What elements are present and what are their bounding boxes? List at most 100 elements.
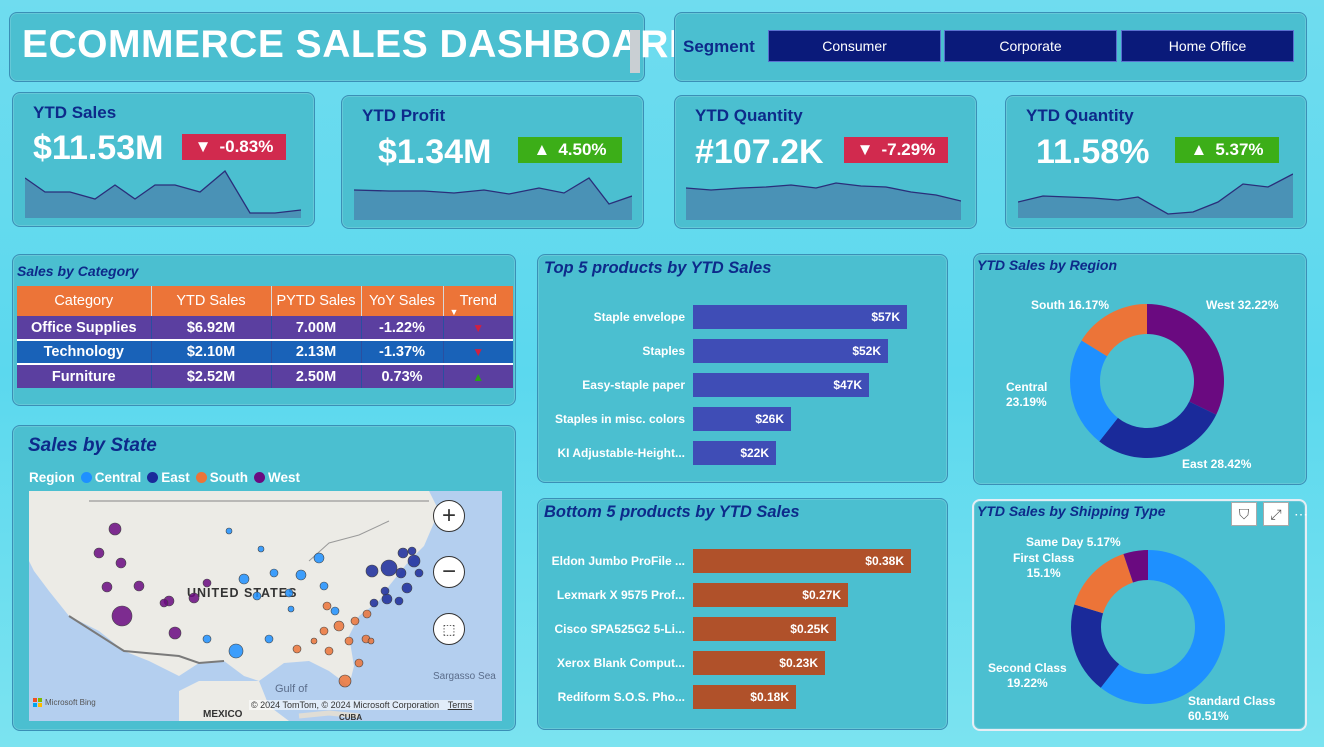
map-bubble-south[interactable] bbox=[333, 620, 345, 632]
segment-slicer: Segment Consumer Corporate Home Office bbox=[674, 12, 1307, 82]
map-bubble-central[interactable] bbox=[252, 591, 262, 601]
map-bubble-east[interactable] bbox=[380, 559, 398, 577]
map-bubble-central[interactable] bbox=[313, 552, 325, 564]
map-canvas[interactable]: UNITED STATES Gulf of Sargasso Sea MEXIC… bbox=[29, 491, 502, 721]
legend-item-east[interactable]: East bbox=[147, 470, 190, 485]
zoom-out-button[interactable]: − bbox=[433, 556, 465, 588]
map-bubble-west[interactable] bbox=[115, 557, 127, 569]
table-row[interactable]: Technology $2.10M 2.13M -1.37% ▼ bbox=[17, 340, 513, 364]
map-bubble-central[interactable] bbox=[238, 573, 250, 585]
map-bubble-south[interactable] bbox=[344, 636, 354, 646]
map-bubble-central[interactable] bbox=[330, 606, 340, 616]
col-header[interactable]: Category bbox=[17, 286, 152, 316]
map-bubble-east[interactable] bbox=[395, 567, 407, 579]
page-title: ECOMMERCE SALES DASHBOARD bbox=[22, 23, 698, 66]
table-row[interactable]: Office Supplies $6.92M 7.00M -1.22% ▼ bbox=[17, 316, 513, 340]
region-donut-chart[interactable] bbox=[974, 254, 1308, 486]
map-bubble-south[interactable] bbox=[367, 637, 375, 645]
map-bubble-central[interactable] bbox=[264, 634, 274, 644]
map-bubble-south[interactable] bbox=[310, 637, 318, 645]
map-bubble-west[interactable] bbox=[188, 592, 200, 604]
bar-value-label: $0.25K bbox=[790, 622, 829, 636]
map-bubble-south[interactable] bbox=[319, 626, 329, 636]
map-bubble-central[interactable] bbox=[295, 569, 307, 581]
map-bubble-south[interactable] bbox=[362, 609, 372, 619]
minus-icon: − bbox=[441, 558, 456, 585]
legend-item-south[interactable]: South bbox=[195, 470, 248, 485]
map-bubble-west[interactable] bbox=[133, 580, 145, 592]
legend-item-central[interactable]: Central bbox=[80, 470, 141, 485]
col-header[interactable]: YTD Sales bbox=[151, 286, 272, 316]
col-header-trend[interactable]: Trend ▼ bbox=[443, 286, 513, 317]
kpi-sparkline bbox=[686, 182, 961, 220]
table-row[interactable]: Furniture $2.52M 2.50M 0.73% ▲ bbox=[17, 364, 513, 388]
map-bubble-central[interactable] bbox=[319, 581, 329, 591]
map-bubble-east[interactable] bbox=[381, 593, 393, 605]
map-bubble-south[interactable] bbox=[324, 646, 334, 656]
map-bubble-east[interactable] bbox=[407, 554, 421, 568]
bar[interactable]: $0.27K bbox=[693, 583, 848, 607]
map-bubble-east[interactable] bbox=[369, 598, 379, 608]
map-bubble-central[interactable] bbox=[228, 643, 244, 659]
map-bubble-south[interactable] bbox=[338, 674, 352, 688]
map-bubble-west[interactable] bbox=[202, 578, 212, 588]
kpi-label: YTD Profit bbox=[362, 106, 446, 125]
donut-slice-west[interactable] bbox=[1147, 304, 1224, 415]
map-bubble-central[interactable] bbox=[269, 568, 279, 578]
legend-item-west[interactable]: West bbox=[254, 470, 300, 485]
trend-down-icon: ▼ bbox=[472, 320, 485, 335]
section-title: Sales by Category bbox=[17, 263, 139, 279]
kpi-change-badge: ▼ -7.29% bbox=[844, 137, 948, 163]
map-bubble-south[interactable] bbox=[354, 658, 364, 668]
map-bubble-west[interactable] bbox=[101, 581, 113, 593]
map-bubble-west[interactable] bbox=[93, 547, 105, 559]
map-bubble-west[interactable] bbox=[159, 598, 169, 608]
col-header[interactable]: PYTD Sales bbox=[271, 286, 362, 316]
map-bubble-east[interactable] bbox=[365, 564, 379, 578]
col-header[interactable]: YoY Sales bbox=[361, 286, 444, 316]
donut-slice-east[interactable] bbox=[1099, 401, 1217, 458]
bar[interactable]: $0.38K bbox=[693, 549, 911, 573]
bar[interactable]: $0.25K bbox=[693, 617, 836, 641]
map-bubble-east[interactable] bbox=[380, 586, 390, 596]
map-bubble-central[interactable] bbox=[225, 527, 233, 535]
donut-slice-first-class[interactable] bbox=[1074, 554, 1133, 614]
map-bubble-east[interactable] bbox=[414, 568, 424, 578]
region-donut-card: YTD Sales by Region West 32.22% East 28.… bbox=[973, 253, 1307, 485]
triangle-up-icon: ▲ bbox=[533, 140, 551, 159]
bar-value-label: $26K bbox=[755, 412, 784, 426]
donut-slice-central[interactable] bbox=[1070, 340, 1118, 442]
bar[interactable]: $52K bbox=[693, 339, 888, 363]
map-bubble-east[interactable] bbox=[401, 582, 413, 594]
bar[interactable]: $0.18K bbox=[693, 685, 796, 709]
bar[interactable]: $22K bbox=[693, 441, 776, 465]
map-bubble-south[interactable] bbox=[350, 616, 360, 626]
bar-value-label: $57K bbox=[871, 310, 900, 324]
select-mode-button[interactable]: ⬚ bbox=[433, 613, 465, 645]
bar-value-label: $0.23K bbox=[779, 656, 818, 670]
bar[interactable]: $26K bbox=[693, 407, 791, 431]
map-bubble-central[interactable] bbox=[202, 634, 212, 644]
bar[interactable]: $47K bbox=[693, 373, 869, 397]
map-bubble-south[interactable] bbox=[292, 644, 302, 654]
bar[interactable]: $57K bbox=[693, 305, 907, 329]
segment-corporate-button[interactable]: Corporate bbox=[944, 30, 1117, 62]
map-bubble-west[interactable] bbox=[108, 522, 122, 536]
bar[interactable]: $0.23K bbox=[693, 651, 825, 675]
map-bubble-central[interactable] bbox=[257, 545, 265, 553]
zoom-in-button[interactable]: + bbox=[433, 500, 465, 532]
map-bubble-central[interactable] bbox=[284, 588, 294, 598]
map-bubble-west[interactable] bbox=[168, 626, 182, 640]
segment-consumer-button[interactable]: Consumer bbox=[768, 30, 941, 62]
segment-home-office-button[interactable]: Home Office bbox=[1121, 30, 1294, 62]
donut-label-standard: Standard Class 60.51% bbox=[1188, 694, 1276, 723]
map-bubble-east[interactable] bbox=[407, 546, 417, 556]
map-bubble-west[interactable] bbox=[111, 605, 133, 627]
kpi-label: YTD Quantity bbox=[695, 106, 803, 125]
map-bubble-central[interactable] bbox=[287, 605, 295, 613]
donut-label-east: East 28.42% bbox=[1182, 457, 1252, 471]
map-bubble-east[interactable] bbox=[397, 547, 409, 559]
map-bubble-east[interactable] bbox=[394, 596, 404, 606]
bar-value-label: $0.27K bbox=[802, 588, 841, 602]
map-bubble-south[interactable] bbox=[322, 601, 332, 611]
